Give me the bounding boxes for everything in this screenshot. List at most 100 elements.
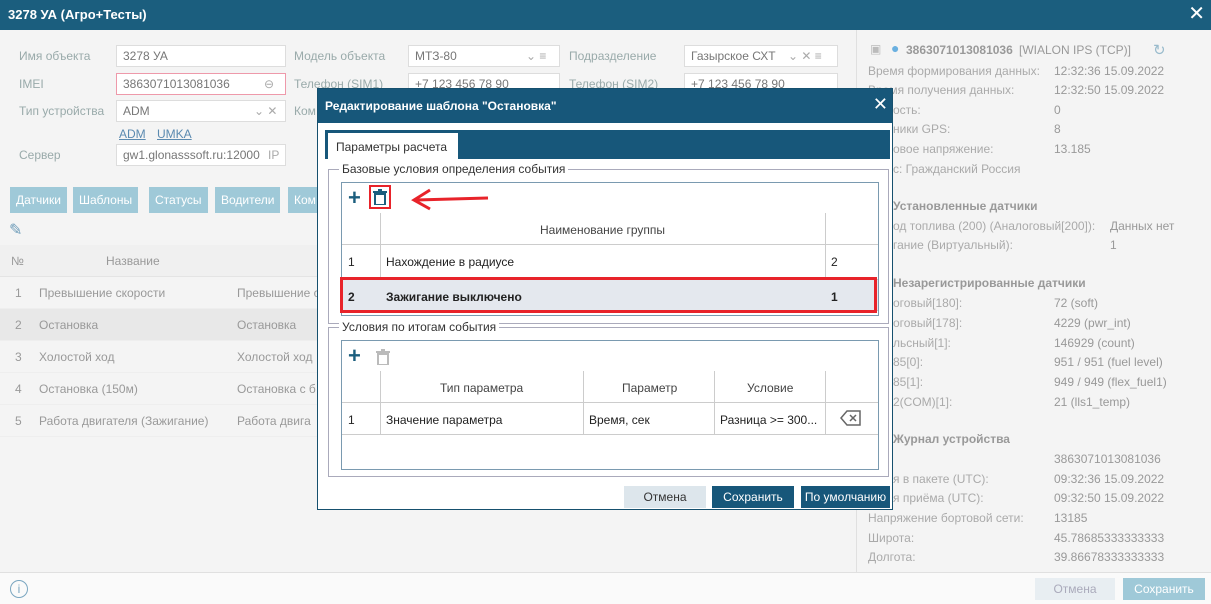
table-row[interactable]: 1 Превышение скорости Превышение с (0, 277, 320, 309)
delete-row-icon[interactable] (840, 410, 862, 426)
info-label: овое напряжение: (893, 142, 994, 156)
journal-value: 13185 (1054, 511, 1088, 525)
chevron-down-icon[interactable]: ⌄ ≡ (526, 49, 546, 63)
device-id: 3863071013081036 (906, 43, 1013, 57)
trash-icon[interactable] (376, 349, 390, 365)
window-title: 3278 УА (Агро+Тесты) (8, 7, 147, 22)
journal-value: 3863071013081036 (1054, 452, 1161, 466)
add-icon[interactable]: + (348, 187, 361, 209)
device-type-label: Тип устройства (19, 104, 105, 118)
chevron-down-icon[interactable]: ⌄ ✕ ≡ (788, 49, 822, 63)
table-row[interactable]: 2 Остановка Остановка (0, 309, 320, 341)
installed-sensors-header: Установленные датчики (893, 199, 1038, 213)
tab-drivers[interactable]: Водители (215, 187, 281, 213)
device-journal-header: Журнал устройства (893, 432, 1010, 446)
trash-icon[interactable] (373, 189, 387, 205)
model-label: Модель объекта (294, 49, 386, 63)
add-icon[interactable]: + (348, 345, 361, 367)
sensor-value: 21 (lls1_temp) (1054, 395, 1131, 409)
server-label: Сервер (19, 148, 61, 162)
dialog-tab-bar: Параметры расчета (325, 130, 890, 159)
link-icon[interactable]: ⊖ (264, 77, 274, 91)
info-label: ость: (893, 103, 921, 117)
param-type-header: Тип параметра (440, 381, 524, 395)
base-table-header: Наименование группы (342, 213, 878, 245)
grid-header-name: Название (106, 254, 160, 268)
refresh-icon[interactable]: ↻ (1153, 41, 1166, 59)
name-label: Имя объекта (19, 49, 91, 63)
footer-bar (0, 572, 1211, 604)
status-dot-icon: ● (891, 40, 900, 56)
info-value: 13.185 (1054, 142, 1091, 156)
table-row[interactable]: 1 Значение параметра Время, сек Разница … (342, 403, 878, 435)
condition-header: Условие (747, 381, 794, 395)
table-row[interactable]: 5 Работа двигателя (Зажигание) Работа двиг… (0, 405, 320, 437)
sensor-label: оговый[178]: (893, 316, 963, 330)
tab-calculation-params[interactable]: Параметры расчета (328, 133, 458, 159)
journal-label: Долгота: (868, 550, 916, 564)
tab-commands[interactable]: Ком (288, 187, 318, 213)
arrow-annotation-icon (411, 188, 489, 211)
sensor-label: од топлива (200) (Аналоговый[200]): (893, 219, 1096, 233)
dialog-cancel-button[interactable]: Отмена (624, 486, 706, 508)
device-link-umka[interactable]: UMKA (157, 127, 192, 141)
tab-statuses[interactable]: Статусы (149, 187, 208, 213)
table-row[interactable]: 4 Остановка (150м) Остановка с б (0, 373, 320, 405)
name-field[interactable]: 3278 УА (116, 45, 286, 67)
unregistered-sensors-header: Незарегистрированные датчики (893, 276, 1086, 290)
sensor-label: льсный[1]: (893, 336, 951, 350)
journal-value: 09:32:50 15.09.2022 (1054, 491, 1165, 505)
pencil-icon[interactable]: ✎ (9, 220, 22, 240)
tab-templates[interactable]: Шаблоны (73, 187, 139, 213)
sensor-label: 2(COM)[1]: (893, 395, 953, 409)
sensor-label: 85[1]: (893, 375, 924, 389)
save-button[interactable]: Сохранить (1123, 578, 1205, 600)
tab-sensors[interactable]: Датчики (10, 187, 67, 213)
sensor-label: гание (Виртуальный): (893, 238, 1013, 252)
imei-label: IMEI (19, 77, 44, 91)
close-icon[interactable]: ✕ (1188, 4, 1205, 24)
grid-header-no: № (11, 254, 24, 268)
chip-icon: ▣ (870, 42, 882, 56)
grid-header: № Название (0, 245, 320, 277)
table-row[interactable]: 1 Нахождение в радиусе 2 (342, 245, 878, 277)
param-header: Параметр (622, 381, 678, 395)
result-conditions-legend: Условия по итогам события (339, 320, 500, 334)
sensor-value: 4229 (pwr_int) (1054, 316, 1131, 330)
base-conditions-legend: Базовые условия определения события (339, 162, 569, 176)
info-value: 0 (1054, 103, 1061, 117)
device-protocol: [WIALON IPS (TCP)] (1019, 43, 1132, 57)
journal-value: 39.86678333333333 (1054, 550, 1165, 564)
server-suffix: IP (268, 148, 280, 162)
journal-label: Напряжение бортовой сети: (868, 511, 1024, 525)
result-conditions-table: + Тип параметра Параметр Условие 1 Значе… (341, 340, 879, 470)
comment-label: Ком (294, 104, 316, 118)
imei-field[interactable]: 3863071013081036 (116, 73, 286, 95)
sensor-value: Данных нет (1110, 219, 1175, 233)
dialog-save-button[interactable]: Сохранить (712, 486, 794, 508)
journal-value: 09:32:36 15.09.2022 (1054, 472, 1165, 486)
info-value: 12:32:36 15.09.2022 (1054, 64, 1165, 78)
sensor-value: 1 (1110, 238, 1117, 252)
info-label: Время формирования данных: (868, 64, 1040, 78)
dialog-default-button[interactable]: По умолчанию (801, 486, 890, 508)
info-value: 8 (1054, 122, 1061, 136)
server-field[interactable]: gw1.glonasssoft.ru:12000 (116, 144, 286, 166)
division-label: Подразделение (569, 49, 657, 63)
chevron-down-icon[interactable]: ⌄ ✕ (254, 104, 277, 118)
cancel-button[interactable]: Отмена (1035, 578, 1115, 600)
sensor-label: оговый[180]: (893, 296, 963, 310)
journal-label: Широта: (868, 531, 915, 545)
sensor-label: 85[0]: (893, 355, 924, 369)
info-icon[interactable]: i (10, 580, 28, 598)
journal-label: я приёма (UTC): (893, 491, 984, 505)
device-link-adm[interactable]: ADM (119, 127, 146, 141)
table-row[interactable]: 3 Холостой ход Холостой ход (0, 341, 320, 373)
close-icon[interactable]: ✕ (873, 95, 888, 113)
dialog-header: Редактирование шаблона "Остановка" ✕ (318, 89, 892, 123)
info-label: ники GPS: (893, 122, 951, 136)
row-highlight-box (340, 277, 877, 313)
sensor-value: 951 / 951 (fuel level) (1054, 355, 1163, 369)
dialog-title: Редактирование шаблона "Остановка" (325, 99, 557, 113)
sensor-value: 949 / 949 (flex_fuel1) (1054, 375, 1167, 389)
